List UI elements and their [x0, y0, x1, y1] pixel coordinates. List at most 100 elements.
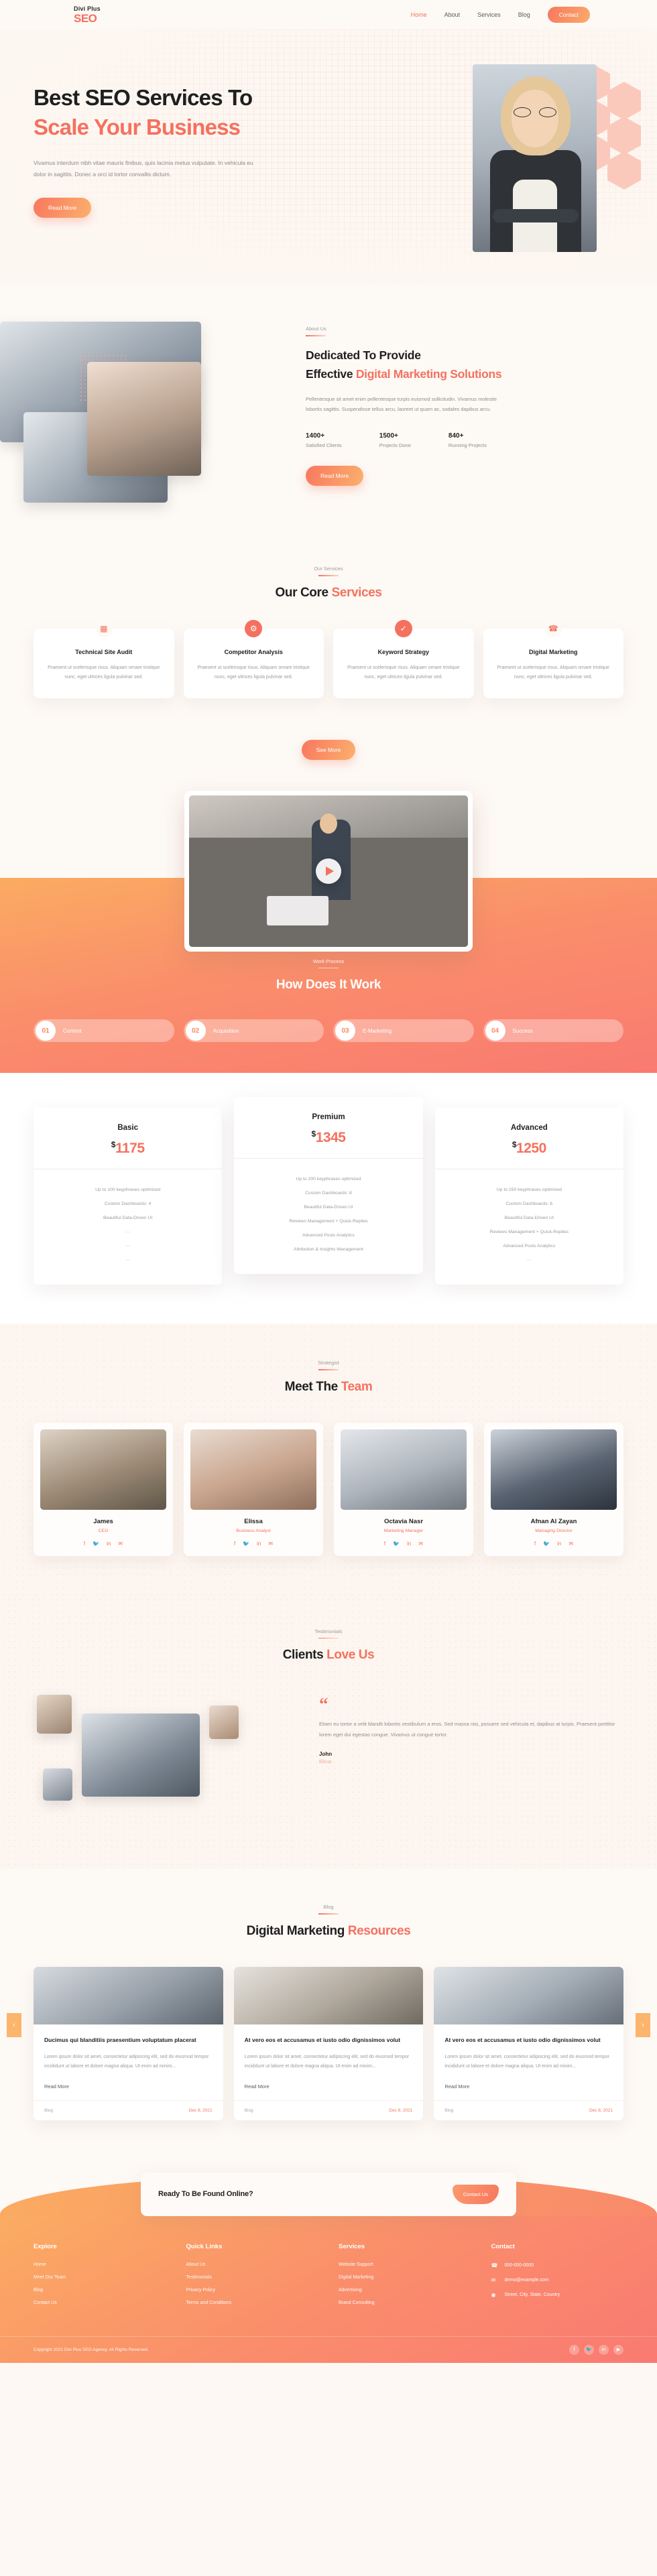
- service-card[interactable]: ☎ Digital Marketing Praesent ut sceleris…: [483, 619, 623, 698]
- process-step[interactable]: 04 Success: [483, 1019, 623, 1042]
- service-card[interactable]: ✓ Keyword Strategy Praesent ut scelerisq…: [333, 619, 474, 698]
- site-logo[interactable]: Divi Plus SEO: [74, 5, 101, 24]
- nav-item-about[interactable]: About: [444, 11, 461, 18]
- linkedin-icon[interactable]: in: [599, 2344, 609, 2355]
- blog-next-arrow[interactable]: ›: [636, 2013, 650, 2038]
- footer-link[interactable]: Home: [34, 2262, 166, 2267]
- blog-prev-arrow[interactable]: ‹: [7, 2013, 21, 2038]
- linkedin-icon[interactable]: in: [407, 1541, 411, 1547]
- blog-post-card[interactable]: At vero eos et accusamus et iusto odio d…: [233, 1966, 424, 2120]
- team-member-card[interactable]: Elissa Business Analyst f 🐦 in ✉: [184, 1422, 323, 1556]
- process-steps: 01 Content 02 Acquisition 03 E-Marketing…: [34, 1019, 623, 1042]
- blog-read-more-link[interactable]: Read More: [245, 2083, 413, 2089]
- footer-link[interactable]: Blog: [34, 2288, 166, 2293]
- nav-item-home[interactable]: Home: [411, 11, 427, 18]
- member-role: Marketing Manager: [383, 1528, 424, 1533]
- footer-link[interactable]: Brand Consulting: [339, 2301, 471, 2305]
- footer-link[interactable]: Website Support: [339, 2262, 471, 2267]
- member-name: James: [93, 1517, 113, 1525]
- footer-link[interactable]: Advertising: [339, 2288, 471, 2293]
- footer-link[interactable]: About Us: [186, 2262, 319, 2267]
- blog-read-more-link[interactable]: Read More: [444, 2083, 613, 2089]
- footer-link[interactable]: Privacy Policy: [186, 2288, 319, 2293]
- blog-post-card[interactable]: Ducimus qui blanditiis praesentium volup…: [34, 1966, 223, 2120]
- nav-item-services[interactable]: Services: [477, 11, 501, 18]
- process-title: How Does It Work: [276, 978, 381, 992]
- process-eyebrow-rule: [318, 967, 339, 968]
- cta-contact-button[interactable]: Contact Us: [452, 2184, 499, 2204]
- testimonial-photo-4: [43, 1768, 72, 1801]
- email-icon[interactable]: ✉: [118, 1541, 123, 1547]
- member-role: Business Analyst: [236, 1528, 271, 1533]
- nav-item-blog[interactable]: Blog: [518, 11, 530, 18]
- step-number: 02: [185, 1021, 206, 1041]
- team-eyebrow: Strategist: [318, 1360, 339, 1366]
- testimonials-title-plain: Clients: [282, 1648, 327, 1662]
- blog-post-category[interactable]: Blog: [44, 2108, 53, 2113]
- blog-post-meta: Blog Dec 8, 2021: [233, 2100, 424, 2120]
- nav-contact-button[interactable]: Contact: [547, 7, 590, 23]
- team-member-card[interactable]: James CEO f 🐦 in ✉: [34, 1422, 173, 1556]
- facebook-icon[interactable]: f: [534, 1541, 536, 1547]
- headset-icon: ☎: [544, 619, 562, 637]
- email-icon[interactable]: ✉: [268, 1541, 273, 1547]
- pricing-card-advanced[interactable]: Advanced $1250 Up to 150 keyphrases opti…: [434, 1108, 623, 1285]
- plan-feature: Custom Dashboards: 8: [305, 1191, 352, 1196]
- twitter-icon[interactable]: 🐦: [93, 1541, 99, 1547]
- footer-contact-email[interactable]: ✉ demo@example.com: [491, 2277, 624, 2283]
- footer-contact-phone[interactable]: ☎ 000-000-0000: [491, 2262, 624, 2268]
- blog-post-card[interactable]: At vero eos et accusamus et iusto odio d…: [434, 1966, 624, 2120]
- testimonials-eyebrow-rule: [318, 1637, 339, 1638]
- process-step[interactable]: 02 Acquisition: [183, 1019, 324, 1042]
- testimonial-author: John: [319, 1750, 333, 1757]
- email-icon[interactable]: ✉: [418, 1541, 423, 1547]
- blog-post-title[interactable]: At vero eos et accusamus et iusto odio d…: [245, 2035, 413, 2045]
- pricing-card-basic[interactable]: Basic $1175 Up to 100 keyphrases optimiz…: [34, 1108, 223, 1285]
- linkedin-icon[interactable]: in: [257, 1541, 261, 1547]
- team-member-card[interactable]: Afnan Al Zayan Managing Director f 🐦 in …: [484, 1422, 623, 1556]
- blog-post-title[interactable]: At vero eos et accusamus et iusto odio d…: [444, 2035, 613, 2045]
- team-member-card[interactable]: Octavia Nasr Marketing Manager f 🐦 in ✉: [334, 1422, 473, 1556]
- footer-link[interactable]: Testimonials: [186, 2275, 319, 2280]
- pricing-card-premium[interactable]: Premium $1345 Up to 200 keyphrases optim…: [234, 1097, 423, 1274]
- price-value: 1250: [516, 1141, 546, 1156]
- about-title-accent: Digital Marketing Solutions: [355, 367, 502, 381]
- blog-post-title[interactable]: Ducimus qui blanditiis praesentium volup…: [44, 2035, 213, 2045]
- service-card[interactable]: ⚙ Competitor Analysis Praesent ut sceler…: [183, 619, 324, 698]
- footer-link[interactable]: Terms and Conditions: [186, 2301, 319, 2305]
- about-paragraph: Pellentesque sit amet enim pellentesque …: [306, 395, 497, 413]
- twitter-icon[interactable]: 🐦: [243, 1541, 249, 1547]
- twitter-icon[interactable]: 🐦: [584, 2344, 594, 2355]
- facebook-icon[interactable]: f: [234, 1541, 235, 1547]
- twitter-icon[interactable]: 🐦: [393, 1541, 400, 1547]
- blog-post-category[interactable]: Blog: [245, 2108, 253, 2113]
- blog-read-more-link[interactable]: Read More: [44, 2083, 213, 2089]
- process-step[interactable]: 01 Content: [34, 1019, 174, 1042]
- process-step[interactable]: 03 E-Marketing: [333, 1019, 474, 1042]
- service-card[interactable]: ▦ Technical Site Audit Praesent ut scele…: [34, 619, 174, 698]
- about-read-more-button[interactable]: Read More: [306, 466, 364, 486]
- email-icon[interactable]: ✉: [569, 1541, 573, 1547]
- member-photo: [341, 1429, 467, 1510]
- testimonial-photo-1: [37, 1695, 72, 1734]
- facebook-icon[interactable]: f: [569, 2344, 579, 2355]
- services-see-more-button[interactable]: See More: [301, 739, 356, 760]
- team-title: Meet The Team: [34, 1380, 623, 1395]
- footer-link[interactable]: Digital Marketing: [339, 2275, 471, 2280]
- youtube-icon[interactable]: ▶: [613, 2344, 623, 2355]
- hero-section: Best SEO Services To Scale Your Business…: [0, 29, 657, 284]
- facebook-icon[interactable]: f: [384, 1541, 385, 1547]
- footer-link[interactable]: Meet Our Team: [34, 2275, 166, 2280]
- footer-heading: Services: [339, 2242, 365, 2250]
- service-text: Praesent ut scelerisque risus. Aliquam o…: [347, 665, 460, 680]
- blog-post-category[interactable]: Blog: [444, 2108, 453, 2113]
- linkedin-icon[interactable]: in: [557, 1541, 561, 1547]
- price-value: 1175: [115, 1141, 145, 1156]
- blog-post-excerpt: Lorem ipsum dolor sit amet, consectetur …: [44, 2054, 209, 2069]
- facebook-icon[interactable]: f: [84, 1541, 85, 1547]
- hero-read-more-button[interactable]: Read More: [34, 198, 92, 218]
- footer-link[interactable]: Contact Us: [34, 2301, 166, 2305]
- services-title-accent: Services: [331, 585, 382, 600]
- linkedin-icon[interactable]: in: [107, 1541, 111, 1547]
- twitter-icon[interactable]: 🐦: [543, 1541, 550, 1547]
